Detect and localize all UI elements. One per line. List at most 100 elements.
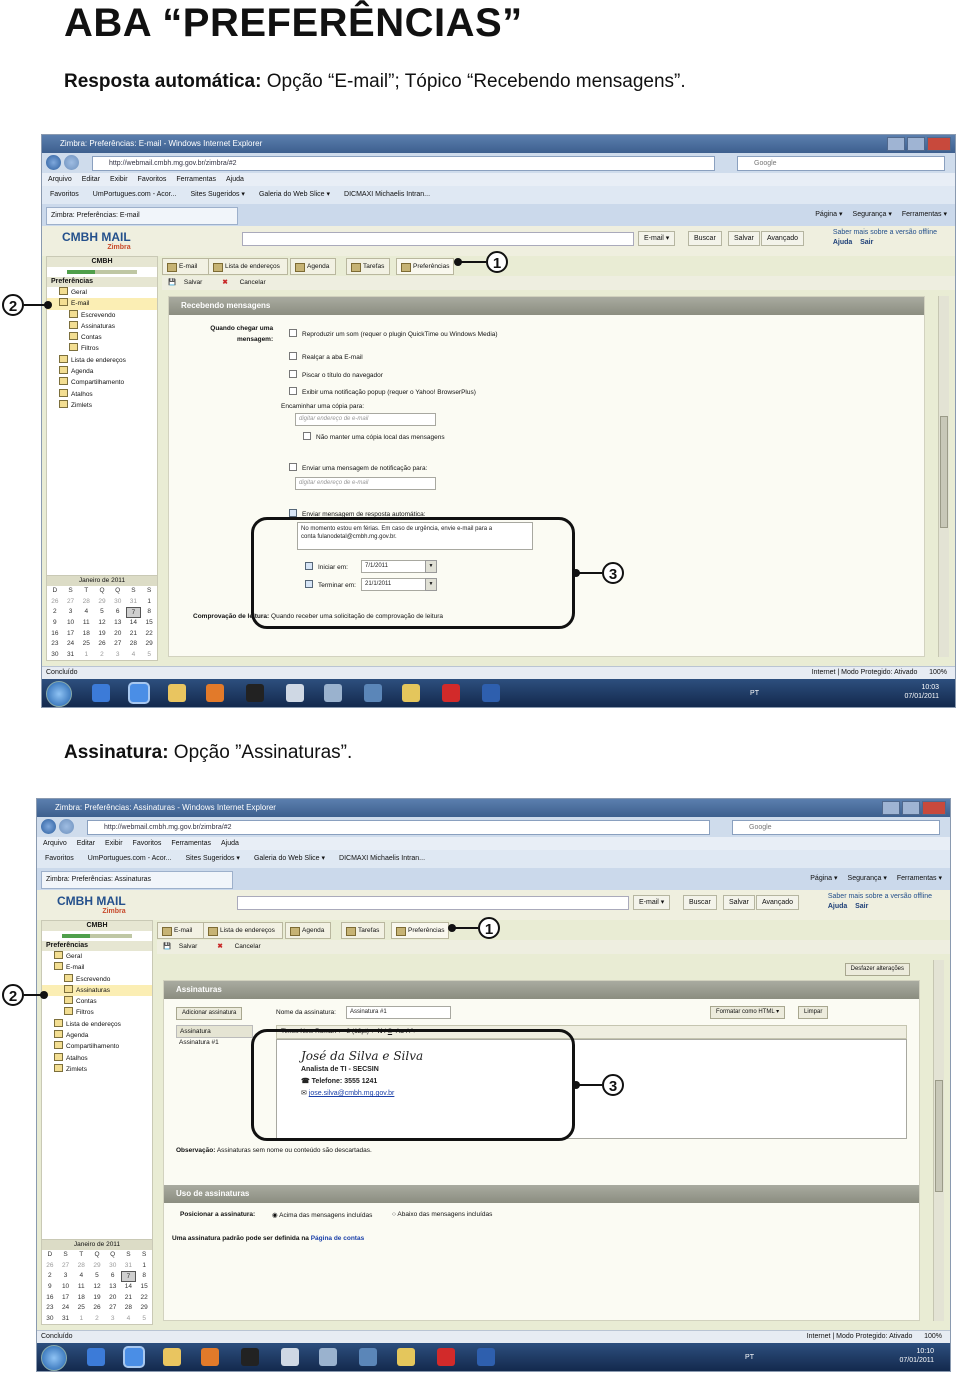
calendar-day[interactable]: 6 — [105, 1271, 121, 1282]
calendar-day[interactable]: 17 — [58, 1293, 74, 1304]
database-icon[interactable] — [324, 684, 342, 702]
calendar-day[interactable]: 30 — [110, 597, 126, 608]
sidebar-item-email[interactable]: E-mail — [47, 298, 157, 310]
calendar-day[interactable]: 16 — [47, 629, 63, 640]
calendar-day[interactable]: 7 — [120, 1271, 137, 1282]
calendar-day[interactable]: 26 — [42, 1261, 58, 1272]
sidebar-item-geral[interactable]: Geral — [42, 951, 152, 962]
advanced-search-button[interactable]: Avançado — [761, 231, 805, 246]
calendar-day[interactable]: 24 — [58, 1303, 74, 1314]
sidebar-item-assinaturas[interactable]: Assinaturas — [42, 984, 152, 997]
language-indicator[interactable]: PT — [745, 1353, 754, 1362]
calendar-day[interactable]: 1 — [78, 650, 94, 661]
close-icon[interactable] — [922, 801, 946, 815]
offline-link[interactable]: Saber mais sobre a versão offline — [828, 893, 932, 900]
calendar-day[interactable]: 10 — [63, 618, 79, 629]
calendar-day[interactable]: 30 — [105, 1261, 121, 1272]
forward-icon[interactable] — [59, 819, 74, 834]
sidebar-item-contas[interactable]: Contas — [47, 332, 157, 343]
calendar-day[interactable]: 29 — [94, 597, 110, 608]
calendar-day[interactable]: 5 — [94, 607, 110, 618]
menu-favoritos[interactable]: Favoritos — [138, 176, 167, 183]
calendar-day[interactable]: 29 — [141, 639, 157, 650]
calendar-day[interactable]: 13 — [105, 1282, 121, 1293]
browser-tab[interactable]: Zimbra: Preferências: Assinaturas — [41, 871, 233, 889]
calendar-day[interactable]: 19 — [94, 629, 110, 640]
menu-exibir[interactable]: Exibir — [105, 840, 123, 847]
calendar-day[interactable]: 2 — [47, 607, 63, 618]
calendar-day[interactable]: 20 — [105, 1293, 121, 1304]
ie-active-icon[interactable] — [130, 684, 148, 702]
sidebar-item-assinaturas[interactable]: Assinaturas — [47, 320, 157, 332]
calendar-day[interactable]: 15 — [141, 618, 157, 629]
notify-option[interactable]: Enviar uma mensagem de notificação para: — [289, 463, 427, 472]
menu-arquivo[interactable]: Arquivo — [48, 176, 72, 183]
calendar-day[interactable]: 10 — [58, 1282, 74, 1293]
calendar-day[interactable]: 11 — [78, 618, 94, 629]
calendar-day[interactable]: 3 — [105, 1314, 121, 1325]
tab-email[interactable]: E-mail — [157, 922, 205, 939]
tab-email[interactable]: E-mail — [162, 258, 210, 275]
maximize-icon[interactable] — [907, 137, 925, 151]
position-above-radio[interactable]: ◉ Acima das mensagens incluídas — [272, 1211, 372, 1219]
vertical-scrollbar[interactable] — [933, 960, 944, 1321]
close-icon[interactable] — [927, 137, 951, 151]
menu-ajuda[interactable]: Ajuda — [226, 176, 244, 183]
search-input[interactable]: Google — [732, 820, 940, 835]
sidebar-item-escrevendo[interactable]: Escrevendo — [47, 309, 157, 321]
fav-link[interactable]: UmPortugues.com - Acor... — [93, 191, 177, 198]
calendar-day[interactable]: 4 — [121, 1314, 137, 1325]
search-button[interactable]: Buscar — [688, 231, 722, 246]
menu-editar[interactable]: Editar — [77, 840, 95, 847]
menu-ferramentas[interactable]: Ferramentas — [171, 840, 211, 847]
minimize-icon[interactable] — [887, 137, 905, 151]
document-icon[interactable] — [286, 684, 304, 702]
logout-link[interactable]: Sair — [855, 903, 868, 910]
word-icon[interactable] — [482, 684, 500, 702]
sidebar-item-compartilhamento[interactable]: Compartilhamento — [47, 377, 157, 388]
start-button[interactable] — [41, 1345, 67, 1371]
calendar-day[interactable]: 17 — [63, 629, 79, 640]
fav-link[interactable]: Galeria do Web Slice ▾ — [254, 855, 325, 862]
zoom-level[interactable]: 100% — [929, 669, 947, 676]
calendar-day[interactable]: 31 — [126, 597, 142, 608]
tab-address-book[interactable]: Lista de endereços — [208, 258, 288, 275]
calendar-day[interactable]: 8 — [136, 1271, 152, 1282]
calendar-month[interactable]: Janeiro de 2011 — [42, 1240, 152, 1250]
save-button[interactable]: 💾 Salvar — [163, 943, 201, 950]
calendar-day[interactable]: 28 — [121, 1303, 137, 1314]
menu-editar[interactable]: Editar — [82, 176, 100, 183]
calendar-day[interactable]: 4 — [126, 650, 142, 661]
calendar-day[interactable]: 9 — [42, 1282, 58, 1293]
sidebar-item-zimlets[interactable]: Zimlets — [42, 1063, 152, 1075]
document-icon[interactable] — [281, 1348, 299, 1366]
calendar-day[interactable]: 12 — [89, 1282, 105, 1293]
add-signature-button[interactable]: Adicionar assinatura — [176, 1007, 243, 1020]
start-button[interactable] — [46, 681, 72, 707]
calendar-day[interactable]: 31 — [63, 650, 79, 661]
fav-link[interactable]: DICMAXI Michaelis Intran... — [339, 855, 425, 862]
menu-ferramentas[interactable]: Ferramentas — [176, 176, 216, 183]
accounts-page-link[interactable]: Página de contas — [311, 1235, 364, 1242]
calendar-day[interactable]: 26 — [47, 597, 63, 608]
calendar-day[interactable]: 18 — [73, 1293, 89, 1304]
sidebar-item-agenda[interactable]: Agenda — [42, 1030, 152, 1041]
calendar-day[interactable]: 3 — [110, 650, 126, 661]
calendar-day[interactable]: 30 — [42, 1314, 58, 1325]
help-link[interactable]: Ajuda — [833, 239, 852, 246]
sidebar-item-lista-enderecos[interactable]: Lista de endereços — [42, 1018, 152, 1030]
back-icon[interactable] — [46, 155, 61, 170]
search-button[interactable]: Buscar — [683, 895, 717, 910]
sidebar-item-filtros[interactable]: Filtros — [42, 1007, 152, 1018]
save-search-button[interactable]: Salvar — [723, 895, 755, 910]
option-flash-title[interactable]: Piscar o título do navegador — [289, 370, 383, 379]
zimbra-search-input[interactable] — [237, 896, 629, 910]
calendar-day[interactable]: 2 — [89, 1314, 105, 1325]
forward-icon[interactable] — [64, 155, 79, 170]
menu-favoritos[interactable]: Favoritos — [133, 840, 162, 847]
ie-icon[interactable] — [87, 1348, 105, 1366]
advanced-search-button[interactable]: Avançado — [756, 895, 800, 910]
calendar-day[interactable]: 2 — [94, 650, 110, 661]
calendar-day[interactable]: 20 — [110, 629, 126, 640]
calendar-day[interactable]: 28 — [78, 597, 94, 608]
